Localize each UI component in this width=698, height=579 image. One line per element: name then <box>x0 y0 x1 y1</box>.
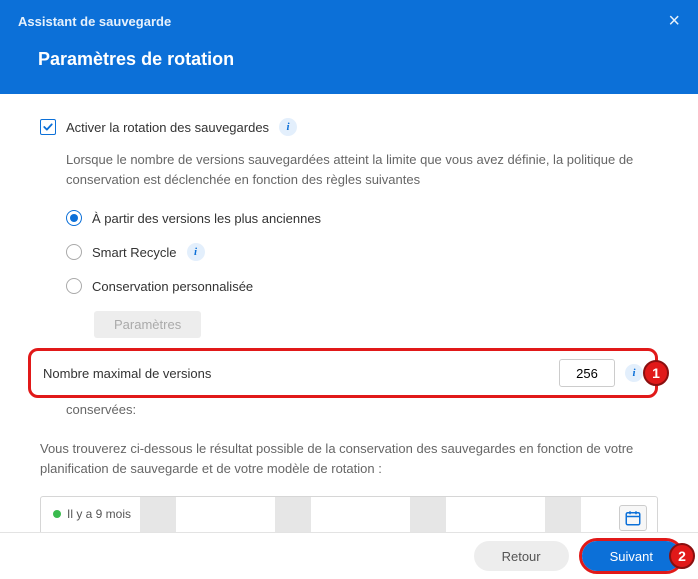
page-title: Paramètres de rotation <box>0 33 698 92</box>
back-button[interactable]: Retour <box>474 541 569 571</box>
conserved-suffix: conservées: <box>66 402 658 417</box>
custom-settings-button: Paramètres <box>94 311 201 338</box>
max-versions-label: Nombre maximal de versions <box>43 366 211 381</box>
info-icon[interactable]: i <box>279 118 297 136</box>
policy-radio-smart[interactable] <box>66 244 82 260</box>
next-button-highlight: Suivant 2 <box>579 538 684 574</box>
max-versions-input[interactable] <box>559 359 615 387</box>
rotation-description: Lorsque le nombre de versions sauvegardé… <box>66 150 658 190</box>
content-area: Activer la rotation des sauvegardes i Lo… <box>0 94 698 532</box>
policy-radio-oldest-label: À partir des versions les plus anciennes <box>92 211 321 226</box>
timeline-marker-label: Il y a 9 mois <box>67 507 131 521</box>
wizard-header: Assistant de sauvegarde × Paramètres de … <box>0 0 698 94</box>
policy-radio-smart-label: Smart Recycle <box>92 245 177 260</box>
policy-radio-custom[interactable] <box>66 278 82 294</box>
calendar-icon[interactable] <box>619 505 647 531</box>
callout-badge-1: 1 <box>643 360 669 386</box>
timeline-start-dot-icon <box>53 510 61 518</box>
info-icon[interactable]: i <box>187 243 205 261</box>
callout-badge-2: 2 <box>669 543 695 569</box>
check-icon <box>42 121 54 133</box>
info-icon[interactable]: i <box>625 364 643 382</box>
retention-timeline: Il y a 9 mois ‖ <box>40 496 658 532</box>
close-icon[interactable]: × <box>668 10 680 33</box>
wizard-subtitle: Assistant de sauvegarde <box>18 14 171 29</box>
policy-radio-oldest[interactable] <box>66 210 82 226</box>
policy-radio-custom-label: Conservation personnalisée <box>92 279 253 294</box>
policy-radio-group: À partir des versions les plus anciennes… <box>66 210 658 348</box>
next-button[interactable]: Suivant <box>582 541 681 571</box>
enable-rotation-label: Activer la rotation des sauvegardes <box>66 120 269 135</box>
enable-rotation-checkbox[interactable] <box>40 119 56 135</box>
wizard-footer: Retour Suivant 2 <box>0 532 698 579</box>
result-intro-text: Vous trouverez ci-dessous le résultat po… <box>40 439 658 479</box>
max-versions-row: Nombre maximal de versions i 1 <box>28 348 658 398</box>
